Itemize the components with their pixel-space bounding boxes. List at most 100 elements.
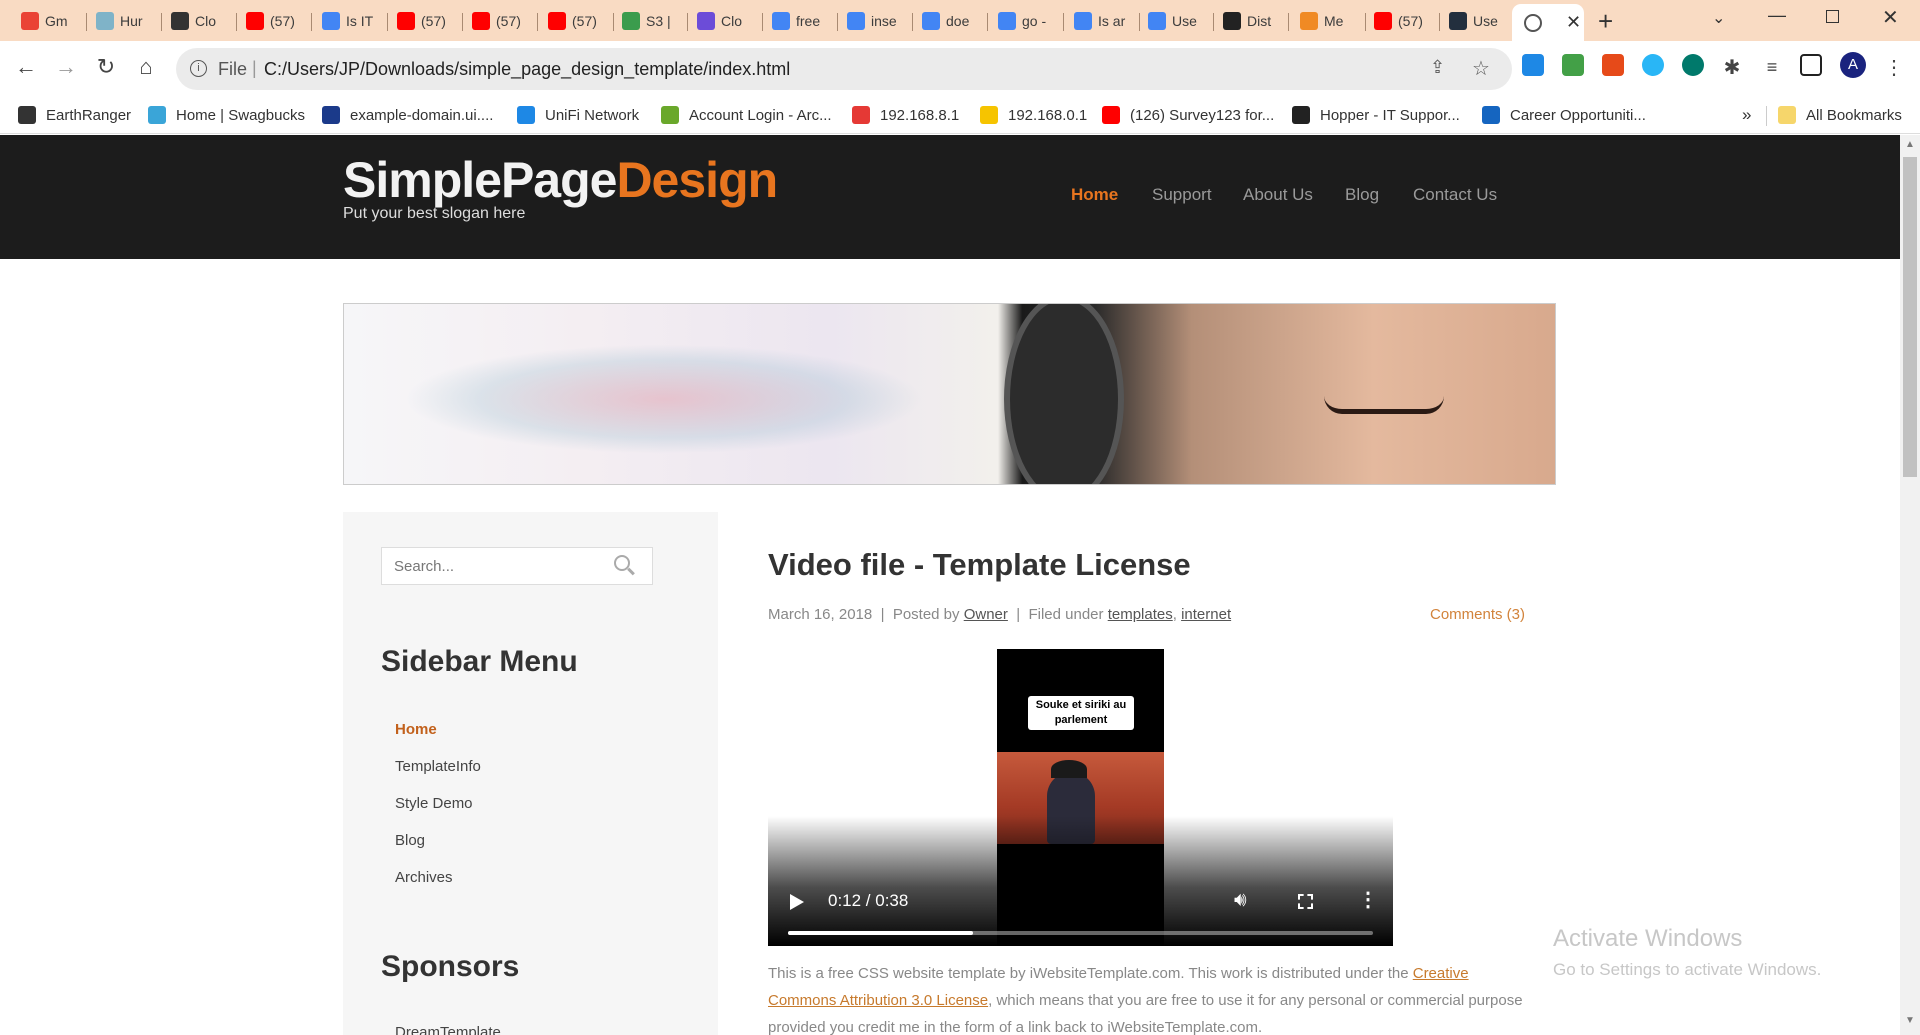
- tab-active[interactable]: ✕: [1512, 4, 1584, 41]
- sidebar-item-style-demo[interactable]: Style Demo: [395, 795, 473, 812]
- tab-item[interactable]: S3 |: [614, 6, 688, 36]
- bookmark-item[interactable]: (126) Survey123 for...: [1102, 104, 1274, 126]
- tab-item[interactable]: (57): [464, 6, 538, 36]
- extension-c-icon[interactable]: [1642, 54, 1664, 76]
- tab-item[interactable]: Me: [1292, 6, 1366, 36]
- page-scrollbar[interactable]: ▲ ▼: [1900, 135, 1920, 1035]
- reload-button[interactable]: ↻: [90, 51, 122, 83]
- forward-button[interactable]: →: [50, 51, 82, 83]
- comments-link[interactable]: Comments (3): [1430, 606, 1525, 623]
- scroll-up-arrow[interactable]: ▲: [1905, 139, 1915, 150]
- all-bookmarks-button[interactable]: All Bookmarks: [1778, 104, 1902, 126]
- bookmark-item[interactable]: EarthRanger: [18, 104, 131, 126]
- home-button[interactable]: ⌂: [130, 51, 162, 83]
- nav-blog[interactable]: Blog: [1345, 185, 1379, 205]
- tab-separator: [1439, 13, 1440, 31]
- nav-about-us[interactable]: About Us: [1243, 185, 1313, 205]
- search-input[interactable]: Search...: [381, 547, 653, 585]
- minimize-button[interactable]: —: [1768, 5, 1786, 26]
- tag-link-internet[interactable]: internet: [1181, 606, 1231, 623]
- tab-item[interactable]: inse: [839, 6, 913, 36]
- closed-eye-shape: [1324, 396, 1444, 414]
- tab-separator: [1288, 13, 1289, 31]
- nav-contact-us[interactable]: Contact Us: [1413, 185, 1497, 205]
- nav-support[interactable]: Support: [1152, 185, 1212, 205]
- tab-item[interactable]: Use: [1140, 6, 1214, 36]
- tab-item[interactable]: Is ar: [1066, 6, 1140, 36]
- bookmarks-divider: [1766, 106, 1767, 126]
- google-icon: [322, 12, 340, 30]
- fullscreen-icon[interactable]: [1298, 894, 1313, 909]
- address-bar[interactable]: i File | C:/Users/JP/Downloads/simple_pa…: [176, 48, 1512, 90]
- sidebar-item-archives[interactable]: Archives: [395, 869, 453, 886]
- video-more-icon[interactable]: ⋮: [1358, 887, 1378, 912]
- tab-label: (57): [270, 13, 295, 29]
- menu-kebab-icon[interactable]: ⋮: [1878, 51, 1910, 83]
- tab-item[interactable]: free: [764, 6, 838, 36]
- sidebar-item-home[interactable]: Home: [395, 721, 437, 738]
- volume-icon[interactable]: 🔊︎: [1234, 889, 1247, 912]
- sponsor-link[interactable]: DreamTemplate: [395, 1024, 501, 1035]
- tab-item[interactable]: Clo: [163, 6, 237, 36]
- nav-home[interactable]: Home: [1071, 185, 1118, 205]
- bookmark-favicon-icon: [322, 106, 340, 124]
- tab-item[interactable]: (57): [540, 6, 614, 36]
- bookmark-item[interactable]: Account Login - Arc...: [661, 104, 832, 126]
- tab-item[interactable]: go -: [990, 6, 1064, 36]
- tab-item[interactable]: (57): [389, 6, 463, 36]
- google-icon: [998, 12, 1016, 30]
- site-logo[interactable]: SimplePageDesign: [343, 151, 778, 209]
- media-control-icon[interactable]: ≡: [1756, 51, 1788, 83]
- scroll-down-arrow[interactable]: ▼: [1905, 1015, 1915, 1026]
- bookmark-star-icon[interactable]: ☆: [1472, 56, 1490, 81]
- google-icon: [1074, 12, 1092, 30]
- extension-arrow-icon[interactable]: [1522, 54, 1544, 76]
- restore-button[interactable]: [1826, 10, 1839, 23]
- tab-item[interactable]: Dist: [1215, 6, 1289, 36]
- google-icon: [847, 12, 865, 30]
- tab-item[interactable]: Use: [1441, 6, 1515, 36]
- bookmark-item[interactable]: 192.168.8.1: [852, 104, 959, 126]
- bookmark-item[interactable]: UniFi Network: [517, 104, 639, 126]
- tab-item[interactable]: Hur: [88, 6, 162, 36]
- sidebar-item-templateinfo[interactable]: TemplateInfo: [395, 758, 481, 775]
- bookmark-item[interactable]: example-domain.ui....: [322, 104, 493, 126]
- bookmark-favicon-icon: [852, 106, 870, 124]
- bookmark-item[interactable]: Hopper - IT Suppor...: [1292, 104, 1460, 126]
- bookmark-item[interactable]: Career Opportuniti...: [1482, 104, 1646, 126]
- bookmarks-overflow-button[interactable]: »: [1742, 105, 1751, 125]
- tab-label: (57): [1398, 13, 1423, 29]
- tab-item[interactable]: Gm: [13, 6, 87, 36]
- share-icon[interactable]: ⇪: [1430, 57, 1445, 78]
- extensions-puzzle-icon[interactable]: ✱: [1716, 51, 1748, 83]
- tab-item[interactable]: doe: [914, 6, 988, 36]
- tab-label: (57): [421, 13, 446, 29]
- tab-item[interactable]: (57): [1366, 6, 1440, 36]
- sidebar-item-blog[interactable]: Blog: [395, 832, 425, 849]
- video-player[interactable]: Souke et siriki au parlement 0:12 / 0:38…: [768, 649, 1393, 946]
- info-icon[interactable]: i: [190, 60, 207, 77]
- profile-avatar[interactable]: A: [1840, 52, 1866, 78]
- author-link[interactable]: Owner: [964, 606, 1008, 623]
- new-tab-button[interactable]: +: [1598, 6, 1613, 37]
- scrollbar-thumb[interactable]: [1903, 157, 1917, 477]
- play-icon[interactable]: [790, 894, 804, 910]
- side-panel-icon[interactable]: [1800, 54, 1822, 76]
- tag-link-templates[interactable]: templates: [1108, 606, 1173, 623]
- tab-close-icon[interactable]: ✕: [1566, 12, 1581, 33]
- bookmark-item[interactable]: 192.168.0.1: [980, 104, 1087, 126]
- tab-label: go -: [1022, 13, 1047, 29]
- tab-item[interactable]: (57): [238, 6, 312, 36]
- close-window-button[interactable]: ✕: [1882, 5, 1899, 30]
- video-progress-bar[interactable]: [788, 931, 1373, 935]
- tab-search-icon[interactable]: ⌄: [1712, 8, 1725, 28]
- tab-item[interactable]: Clo: [689, 6, 763, 36]
- back-button[interactable]: ←: [10, 51, 42, 83]
- url-text[interactable]: C:/Users/JP/Downloads/simple_page_design…: [264, 59, 790, 80]
- extension-refresh-icon[interactable]: [1682, 54, 1704, 76]
- youtube-icon: [472, 12, 490, 30]
- tab-item[interactable]: Is IT: [314, 6, 388, 36]
- extension-download-icon[interactable]: [1562, 54, 1584, 76]
- bookmark-item[interactable]: Home | Swagbucks: [148, 104, 305, 126]
- extension-record-icon[interactable]: [1602, 54, 1624, 76]
